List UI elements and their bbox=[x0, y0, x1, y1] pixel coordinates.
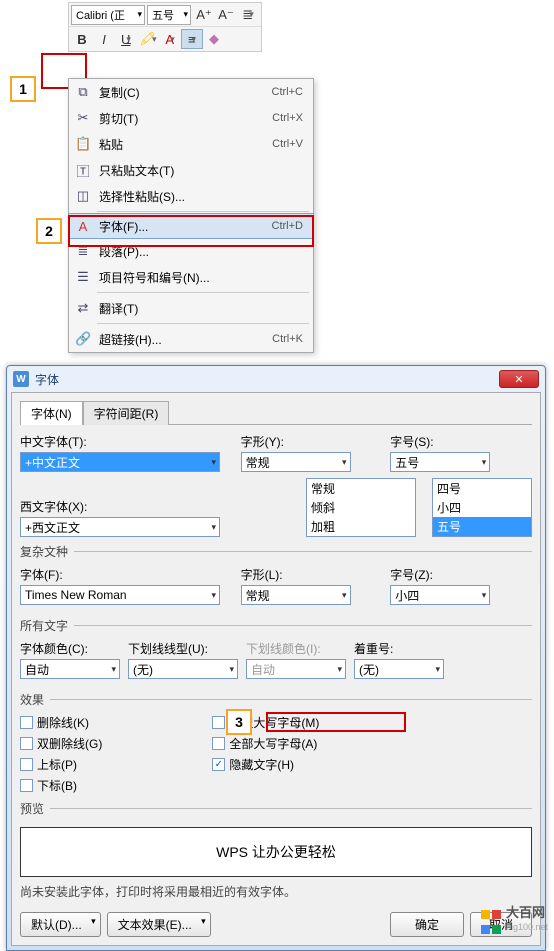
underline-combo[interactable]: (无) bbox=[128, 659, 238, 679]
bold-button[interactable]: B bbox=[71, 29, 93, 49]
redbox-2 bbox=[68, 215, 314, 247]
style-listbox[interactable]: 常规 倾斜 加粗 bbox=[306, 478, 416, 537]
group-alltext: 所有文字 bbox=[20, 617, 74, 634]
ok-button[interactable]: 确定 bbox=[390, 912, 464, 937]
chk-strike[interactable]: 删除线(K) bbox=[20, 714, 102, 731]
texteffect-button[interactable]: 文本效果(E)... bbox=[107, 912, 211, 937]
copy-icon: ⧉ bbox=[75, 84, 91, 100]
ctx-cut[interactable]: ✂剪切(T)Ctrl+X bbox=[69, 105, 313, 131]
font-color-button[interactable]: A▾ bbox=[159, 29, 181, 49]
chk-dstrike[interactable]: 双删除线(G) bbox=[20, 735, 102, 752]
chk-hidden[interactable]: ✓隐藏文字(H) bbox=[212, 756, 319, 773]
group-effects: 效果 bbox=[20, 691, 50, 708]
group-preview: 预览 bbox=[20, 800, 50, 817]
ctx-translate[interactable]: ⇄翻译(T) bbox=[69, 295, 313, 321]
ctx-paste[interactable]: 📋粘贴Ctrl+V bbox=[69, 131, 313, 157]
enfont-combo[interactable]: +西文正文 bbox=[20, 517, 220, 537]
paste-text-icon: 🅃 bbox=[75, 161, 91, 180]
eraser-icon[interactable]: ◆ bbox=[203, 29, 225, 49]
csize-combo[interactable]: 小四 bbox=[390, 585, 490, 605]
translate-icon: ⇄ bbox=[75, 300, 91, 316]
watermark-logo-icon bbox=[480, 908, 502, 930]
group-complex: 复杂文种 bbox=[20, 543, 74, 560]
cstyle-combo[interactable]: 常规 bbox=[241, 585, 351, 605]
app-icon: W bbox=[13, 371, 29, 387]
underline-button[interactable]: U▾ bbox=[115, 29, 137, 49]
formatting-toolbar: Calibri (正 五号 A⁺ A⁻ ≣▾ B I U▾ 🖍▾ A▾ ≡▾ ◆ bbox=[68, 2, 262, 52]
label-ulcolor: 下划线颜色(I): bbox=[246, 640, 346, 657]
label-cstyle: 字形(L): bbox=[241, 566, 383, 583]
size-listbox[interactable]: 四号 小四 五号 bbox=[432, 478, 532, 537]
separator bbox=[97, 323, 309, 324]
align-button[interactable]: ≡▾ bbox=[181, 29, 203, 49]
font-name-select[interactable]: Calibri (正 bbox=[71, 5, 145, 25]
emphasis-combo[interactable]: (无) bbox=[354, 659, 444, 679]
decrease-font-icon[interactable]: A⁻ bbox=[215, 5, 237, 25]
cut-icon: ✂ bbox=[75, 110, 91, 126]
titlebar: W 字体 ✕ bbox=[7, 366, 545, 392]
label-enfont: 西文字体(X): bbox=[20, 498, 298, 515]
watermark: 大百网big100.net bbox=[480, 906, 548, 932]
label-csize: 字号(Z): bbox=[390, 566, 532, 583]
redbox-3 bbox=[266, 712, 406, 732]
callout-1: 1 bbox=[10, 76, 36, 102]
close-button[interactable]: ✕ bbox=[499, 370, 539, 388]
label-cnfont: 中文字体(T): bbox=[20, 433, 233, 450]
separator bbox=[97, 292, 309, 293]
highlight-button[interactable]: 🖍▾ bbox=[137, 29, 159, 49]
chk-allcaps[interactable]: 全部大写字母(A) bbox=[212, 735, 319, 752]
separator bbox=[97, 211, 309, 212]
label-fontcolor: 字体颜色(C): bbox=[20, 640, 120, 657]
label-style: 字形(Y): bbox=[241, 433, 383, 450]
tab-spacing[interactable]: 字符间距(R) bbox=[83, 401, 170, 425]
ctx-bullets[interactable]: ☰项目符号和编号(N)... bbox=[69, 264, 313, 290]
label-underline: 下划线线型(U): bbox=[128, 640, 238, 657]
font-size-select[interactable]: 五号 bbox=[147, 5, 191, 25]
linespacing-icon[interactable]: ≣▾ bbox=[237, 5, 259, 25]
callout-2: 2 bbox=[36, 218, 62, 244]
link-icon: 🔗 bbox=[75, 331, 91, 347]
font-dialog: W 字体 ✕ 字体(N) 字符间距(R) 中文字体(T): +中文正文 字形(Y… bbox=[6, 365, 546, 951]
cfont-combo[interactable]: Times New Roman bbox=[20, 585, 220, 605]
ctx-paste-special[interactable]: ◫选择性粘贴(S)... bbox=[69, 183, 313, 209]
preview-box: WPS 让办公更轻松 bbox=[20, 827, 532, 877]
chk-sub[interactable]: 下标(B) bbox=[20, 777, 102, 794]
fontcolor-combo[interactable]: 自动 bbox=[20, 659, 120, 679]
default-button[interactable]: 默认(D)... bbox=[20, 912, 101, 937]
chk-sup[interactable]: 上标(P) bbox=[20, 756, 102, 773]
ctx-copy[interactable]: ⧉复制(C)Ctrl+C bbox=[69, 79, 313, 105]
style-combo[interactable]: 常规 bbox=[241, 452, 351, 472]
size-combo[interactable]: 五号 bbox=[390, 452, 490, 472]
ctx-hyperlink[interactable]: 🔗超链接(H)...Ctrl+K bbox=[69, 326, 313, 352]
dialog-title: 字体 bbox=[35, 371, 59, 388]
paste-icon: 📋 bbox=[75, 136, 91, 152]
increase-font-icon[interactable]: A⁺ bbox=[193, 5, 215, 25]
ctx-paste-text[interactable]: 🅃只粘贴文本(T) bbox=[69, 157, 313, 183]
label-size: 字号(S): bbox=[390, 433, 532, 450]
italic-button[interactable]: I bbox=[93, 29, 115, 49]
callout-3: 3 bbox=[226, 709, 252, 735]
cnfont-combo[interactable]: +中文正文 bbox=[20, 452, 220, 472]
preview-note: 尚未安装此字体，打印时将采用最相近的有效字体。 bbox=[20, 883, 532, 900]
tab-font[interactable]: 字体(N) bbox=[20, 401, 83, 425]
label-cfont: 字体(F): bbox=[20, 566, 233, 583]
bullets-icon: ☰ bbox=[75, 269, 91, 285]
ulcolor-combo: 自动 bbox=[246, 659, 346, 679]
label-emphasis: 着重号: bbox=[354, 640, 444, 657]
paste-special-icon: ◫ bbox=[75, 188, 91, 204]
